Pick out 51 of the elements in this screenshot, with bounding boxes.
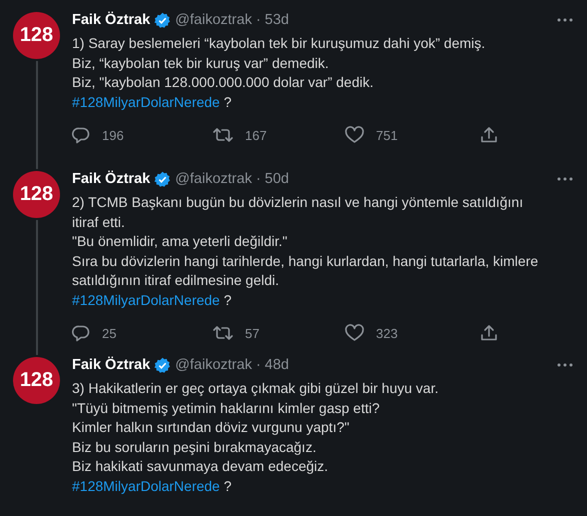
tweet-text: Sıra bu dövizlerin hangi tarihlerde, hangi kurlardan, hangi tutarlarla, kimlere xyxy=(72,252,538,268)
tweet-text: 3) Hakikatlerin er geç ortaya çıkmak gibi güzel bir huyu var. xyxy=(72,380,438,396)
reply-count: 196 xyxy=(102,128,124,142)
author-name[interactable]: Faik Öztrak xyxy=(72,357,150,373)
question-mark: ? xyxy=(224,94,232,110)
tweet-text: 2) TCMB Başkanı bugün bu dövizlerin nasıl ve hangi yöntemle satıldığını xyxy=(72,194,524,210)
reply-icon[interactable] xyxy=(72,324,90,342)
tweet-text: "Bu önemlidir, ama yeterli değildir." xyxy=(72,233,288,249)
avatar[interactable]: 128 xyxy=(13,171,60,218)
question-mark: ? xyxy=(224,478,232,494)
author-name[interactable]: Faik Öztrak xyxy=(72,12,150,28)
retweet-icon[interactable] xyxy=(213,324,233,342)
heart-icon[interactable] xyxy=(345,324,364,342)
tweet-text: itiraf etti. xyxy=(72,214,125,230)
tweet-text: Biz bu soruların peşini bırakmayacağız. xyxy=(72,438,316,454)
author-handle[interactable]: @faikoztrak xyxy=(175,171,252,187)
tweet-text: satıldığının itiraf edilmesine geldi. xyxy=(72,272,279,288)
more-options-icon[interactable] xyxy=(557,363,573,367)
hashtag-link[interactable]: #128MilyarDolarNerede xyxy=(72,478,220,494)
avatar[interactable]: 128 xyxy=(13,357,60,404)
question-mark: ? xyxy=(224,292,232,308)
tweet-text: Biz, "kaybolan 128.000.000.000 dolar var” dedik. xyxy=(72,74,374,90)
hashtag-link[interactable]: #128MilyarDolarNerede xyxy=(72,94,220,110)
like-count: 751 xyxy=(376,128,398,142)
avatar[interactable]: 128 xyxy=(13,12,60,59)
retweet-icon[interactable] xyxy=(213,126,233,144)
author-handle[interactable]: @faikoztrak xyxy=(175,357,252,373)
hashtag-link[interactable]: #128MilyarDolarNerede xyxy=(72,292,220,308)
tweet-text: "Tüyü bitmemiş yetimin haklarını kimler gasp etti? xyxy=(72,400,380,416)
tweet-text: Biz, “kaybolan tek bir kuruş var” demedik. xyxy=(72,54,329,70)
like-count: 323 xyxy=(376,326,398,340)
reply-count: 25 xyxy=(102,326,116,340)
reply-icon[interactable] xyxy=(72,126,90,144)
tweet-text: Biz hakikati savunmaya devam edeceğiz. xyxy=(72,458,328,474)
tweet-text: Kimler halkın sırtından döviz vurgunu yaptı?" xyxy=(72,419,350,435)
author-handle[interactable]: @faikoztrak xyxy=(175,12,252,28)
tweet-time[interactable]: 50d xyxy=(264,171,289,187)
retweet-count: 167 xyxy=(245,128,267,142)
tweet-time[interactable]: 48d xyxy=(264,357,289,373)
separator-dot: · xyxy=(256,357,261,373)
share-icon[interactable] xyxy=(480,324,498,342)
separator-dot: · xyxy=(256,171,261,187)
share-icon[interactable] xyxy=(480,126,498,144)
tweet-time[interactable]: 53d xyxy=(264,12,289,28)
separator-dot: · xyxy=(256,12,261,28)
tweet-text: 1) Saray beslemeleri “kaybolan tek bir kuruşumuz dahi yok” demiş. xyxy=(72,35,486,51)
author-name[interactable]: Faik Öztrak xyxy=(72,171,150,187)
retweet-count: 57 xyxy=(245,326,260,340)
heart-icon[interactable] xyxy=(345,126,364,144)
more-options-icon[interactable] xyxy=(557,177,573,181)
more-options-icon[interactable] xyxy=(557,18,573,22)
